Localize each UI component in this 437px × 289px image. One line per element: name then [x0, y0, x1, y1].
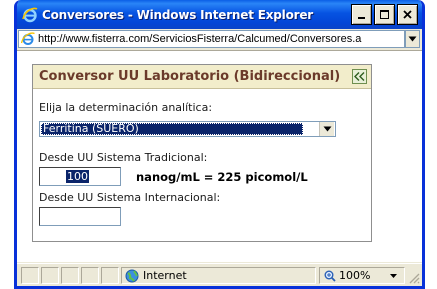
- determination-select[interactable]: Ferritina (SUERO): [39, 121, 336, 137]
- chevron-down-icon: [390, 274, 397, 278]
- zone-label: Internet: [143, 269, 187, 282]
- resize-grip-icon[interactable]: [409, 273, 420, 284]
- status-cell: [81, 267, 99, 284]
- browser-window: Conversores - Windows Internet Explorer …: [14, 0, 425, 289]
- magnifier-icon: [324, 270, 336, 282]
- international-label: Desde UU Sistema Internacional:: [39, 191, 221, 204]
- status-bar: Internet 100%: [17, 263, 422, 286]
- caption-buttons: [351, 4, 418, 25]
- address-bar: http://www.fisterra.com/ServiciosFisterr…: [17, 29, 422, 49]
- status-cell: [61, 267, 79, 284]
- double-chevron-left-icon: [354, 72, 365, 81]
- address-field[interactable]: http://www.fisterra.com/ServiciosFisterr…: [18, 30, 405, 48]
- minimize-icon: [358, 17, 365, 19]
- ie-icon: [22, 7, 38, 23]
- status-cell: [101, 267, 119, 284]
- page-content: Conversor UU Laboratorio (Bidireccional)…: [17, 50, 422, 262]
- collapse-button[interactable]: [352, 69, 367, 84]
- chevron-down-icon: [408, 36, 417, 42]
- international-input[interactable]: [39, 207, 121, 226]
- conversion-result: nanog/mL = 225 picomol/L: [136, 170, 308, 184]
- status-cell: [41, 267, 59, 284]
- maximize-icon: [380, 10, 389, 19]
- close-button[interactable]: [397, 4, 418, 25]
- address-dropdown-button[interactable]: [405, 30, 420, 48]
- determination-selected-value: Ferritina (SUERO): [41, 123, 303, 135]
- traditional-input-value: 100: [66, 170, 89, 183]
- address-url: http://www.fisterra.com/ServiciosFisterr…: [38, 33, 362, 45]
- status-cell: [21, 267, 39, 284]
- close-icon: [403, 10, 412, 19]
- determination-label: Elija la determinación analítica:: [39, 101, 213, 114]
- page-icon: [21, 32, 35, 45]
- traditional-input[interactable]: 100: [39, 167, 121, 186]
- maximize-button[interactable]: [374, 4, 395, 25]
- panel-header: Conversor UU Laboratorio (Bidireccional): [33, 65, 371, 89]
- zoom-control[interactable]: 100%: [319, 267, 405, 284]
- panel-title: Conversor UU Laboratorio (Bidireccional): [39, 69, 341, 84]
- window-title: Conversores - Windows Internet Explorer: [42, 7, 313, 22]
- traditional-label: Desde UU Sistema Tradicional:: [39, 151, 208, 164]
- security-zone[interactable]: Internet: [121, 267, 316, 284]
- chevron-down-icon: [323, 126, 331, 132]
- title-bar[interactable]: Conversores - Windows Internet Explorer: [17, 0, 422, 29]
- zoom-level: 100%: [339, 269, 371, 282]
- select-arrow[interactable]: [319, 122, 334, 136]
- minimize-button[interactable]: [351, 4, 372, 25]
- globe-icon: [125, 269, 139, 283]
